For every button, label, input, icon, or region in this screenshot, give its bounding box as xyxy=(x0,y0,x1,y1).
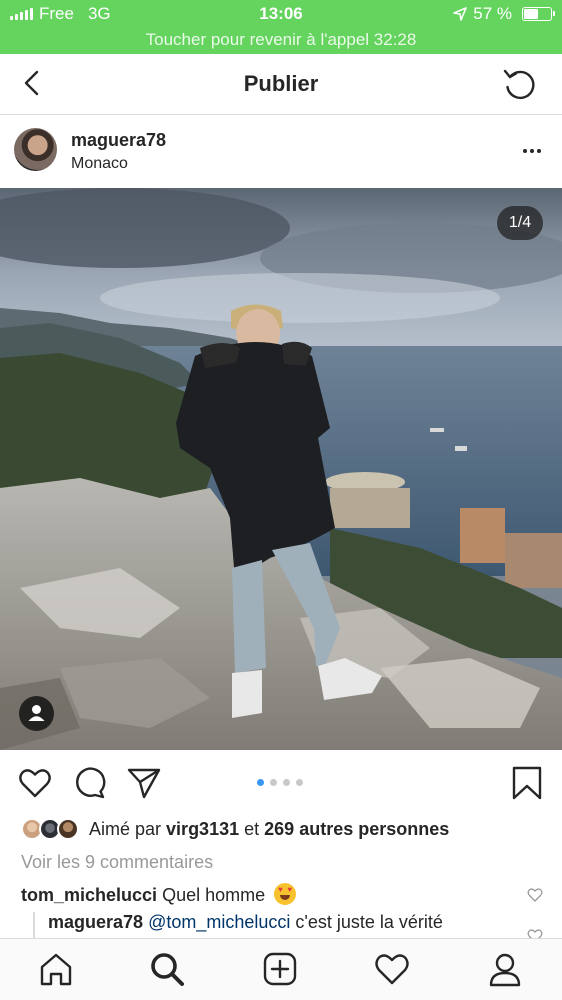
reply-text: c'est juste la vérité xyxy=(295,912,443,932)
likes-summary[interactable]: Aimé par virg3131 et 269 autres personne… xyxy=(21,815,551,843)
view-all-comments-link[interactable]: Voir les 9 commentaires xyxy=(21,852,213,873)
post-photo[interactable]: 1/4 xyxy=(0,188,562,750)
liker-avatars xyxy=(21,816,81,842)
more-options-icon[interactable] xyxy=(520,141,544,161)
status-bar: Free 3G 13:06 57 % Toucher pour revenir … xyxy=(0,0,562,54)
profile-icon[interactable] xyxy=(487,951,523,987)
liker-avatar xyxy=(57,818,79,840)
user-tag-icon[interactable] xyxy=(19,696,54,731)
post-username[interactable]: maguera78 xyxy=(71,130,166,151)
photo-counter: 1/4 xyxy=(497,206,543,240)
page-title: Publier xyxy=(243,71,319,96)
reply-row: maguera78 @tom_michelucci c'est juste la… xyxy=(33,912,523,938)
avatar[interactable] xyxy=(14,128,57,171)
likes-text: Aimé par virg3131 et 269 autres personne… xyxy=(89,818,450,839)
carousel-dot xyxy=(270,779,277,786)
refresh-icon[interactable] xyxy=(502,66,538,102)
reply-username[interactable]: maguera78 xyxy=(48,912,143,932)
search-icon[interactable] xyxy=(149,951,185,987)
carousel-dot xyxy=(296,779,303,786)
comment-text: Quel homme xyxy=(162,885,266,905)
comment-icon[interactable] xyxy=(73,766,107,800)
carousel-indicator xyxy=(257,779,303,786)
home-icon[interactable] xyxy=(38,951,74,987)
tab-bar xyxy=(0,938,562,1000)
call-banner[interactable]: Toucher pour revenir à l'appel 32:28 xyxy=(0,30,562,50)
activity-heart-icon[interactable] xyxy=(374,951,410,987)
photo-image xyxy=(0,188,562,750)
likes-others[interactable]: 269 autres personnes xyxy=(264,819,449,839)
reply-mention[interactable]: @tom_michelucci xyxy=(148,912,290,932)
post-location[interactable]: Monaco xyxy=(71,155,128,173)
comment-row: tom_michelucci Quel homme xyxy=(21,883,521,906)
status-right: 57 % xyxy=(453,4,555,24)
bookmark-icon[interactable] xyxy=(510,766,544,800)
heart-icon[interactable] xyxy=(18,766,52,800)
post-header: maguera78 Monaco xyxy=(0,115,562,188)
heart-eyes-emoji xyxy=(274,883,297,905)
send-icon[interactable] xyxy=(127,766,161,800)
post-actions xyxy=(0,750,562,812)
add-post-icon[interactable] xyxy=(262,951,298,987)
battery-icon xyxy=(522,7,555,21)
carousel-dot xyxy=(283,779,290,786)
location-arrow-icon xyxy=(453,7,468,21)
nav-bar: Publier xyxy=(0,54,562,115)
liker-username[interactable]: virg3131 xyxy=(166,819,239,839)
comment-like-heart-icon[interactable] xyxy=(527,887,543,903)
battery-label: 57 % xyxy=(473,4,512,23)
carousel-dot xyxy=(257,779,264,786)
comment-username[interactable]: tom_michelucci xyxy=(21,885,157,905)
